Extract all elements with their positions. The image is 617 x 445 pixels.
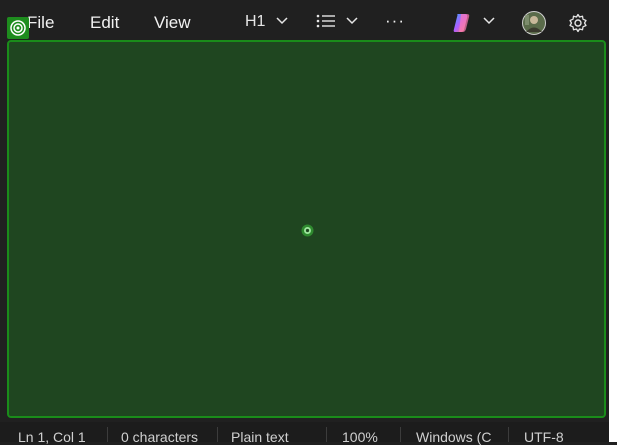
copilot-icon	[453, 14, 470, 32]
notepad-window: File Edit View H1 ··· Ln 1, Col 1 0 char…	[0, 0, 609, 445]
gear-icon[interactable]	[568, 13, 588, 33]
list-icon	[316, 14, 335, 28]
more-button[interactable]: ···	[385, 11, 405, 31]
chevron-down-icon	[483, 17, 495, 25]
format-indicator[interactable]: Plain text	[231, 429, 289, 445]
chevron-down-icon	[276, 17, 288, 25]
status-divider	[107, 427, 108, 442]
file-menu[interactable]: File	[27, 13, 54, 33]
encoding[interactable]: UTF-8	[524, 429, 564, 445]
status-bar: Ln 1, Col 1 0 characters Plain text 100%…	[0, 422, 609, 445]
line-ending[interactable]: Windows (C	[416, 429, 491, 445]
chevron-down-icon	[346, 17, 358, 25]
character-count: 0 characters	[121, 429, 199, 445]
status-divider	[326, 427, 327, 442]
zoom-level[interactable]: 100%	[342, 429, 378, 445]
view-menu[interactable]: View	[154, 13, 191, 33]
avatar[interactable]	[522, 11, 546, 35]
background-window-edge	[609, 0, 617, 442]
heading-value: H1	[245, 13, 266, 30]
status-divider	[508, 427, 509, 442]
edit-menu[interactable]: Edit	[90, 13, 119, 33]
menu-bar: File Edit View H1 ···	[0, 0, 609, 44]
cursor-position: Ln 1, Col 1	[18, 429, 86, 445]
focus-target-icon	[7, 17, 29, 39]
status-divider	[217, 427, 218, 442]
cursor-target-icon	[301, 224, 314, 237]
status-divider	[400, 427, 401, 442]
